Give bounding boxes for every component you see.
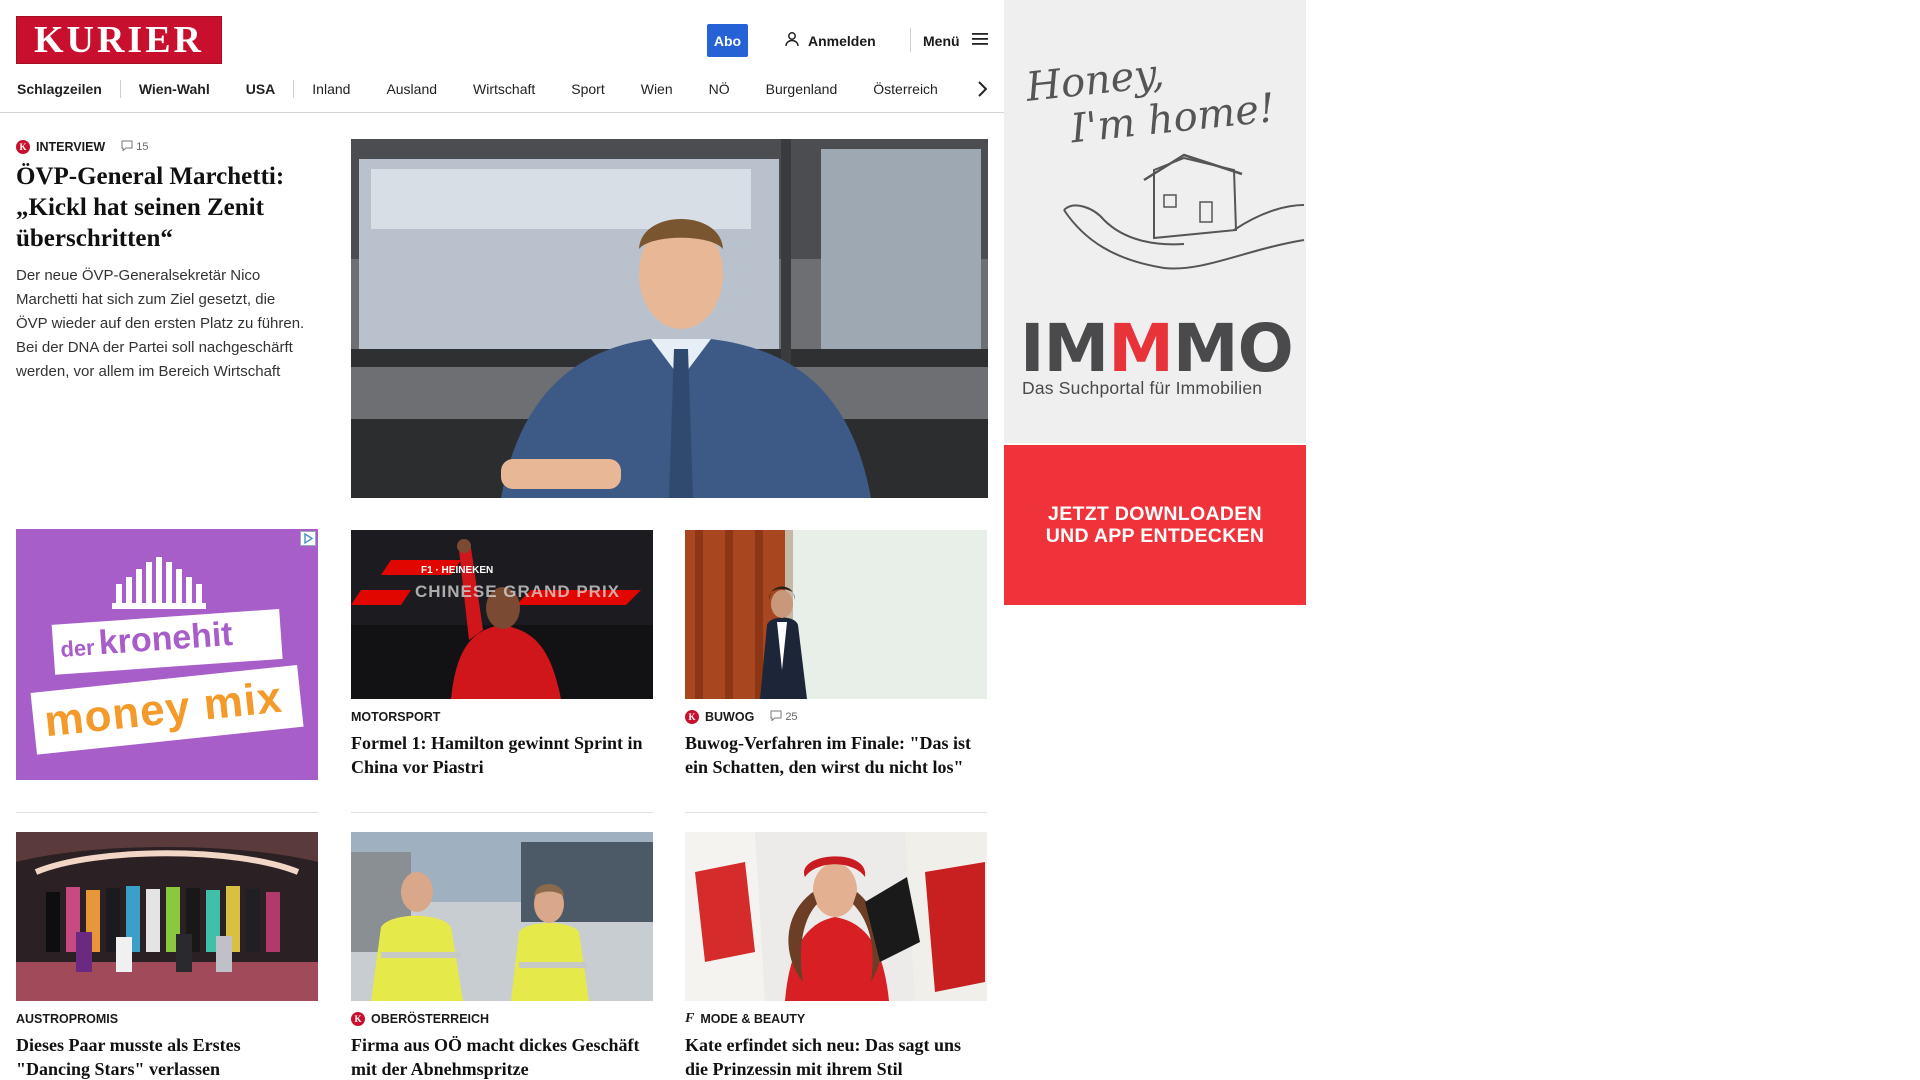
card-image — [685, 832, 987, 1001]
immmo-logo-part-b: M — [1108, 310, 1174, 387]
comment-icon — [121, 140, 133, 154]
kurier-k-icon: K — [16, 140, 30, 154]
card-kicker: MOTORSPORT — [351, 707, 653, 727]
ad-immmo[interactable]: Honey, I'm home! IMMMO Das Suchportal fü… — [1004, 0, 1306, 605]
buwog-photo — [685, 530, 987, 699]
abo-button[interactable]: Abo — [707, 24, 748, 57]
nav-item-wien[interactable]: Wien — [623, 81, 691, 97]
lead-kicker-label: INTERVIEW — [36, 140, 106, 154]
menu-button[interactable]: Menü — [923, 28, 988, 53]
hand-house-icon — [1063, 153, 1305, 270]
immmo-logo: IMMMO — [1020, 310, 1294, 387]
card-kicker-label: MODE & BEAUTY — [700, 1012, 806, 1026]
card-kicker-label: AUSTROPROMIS — [16, 1012, 119, 1026]
nav-item-usa[interactable]: USA — [228, 81, 294, 97]
dancing-stars-photo — [16, 832, 318, 1001]
kurier-k-icon: K — [351, 1012, 365, 1026]
nav-item-inland[interactable]: Inland — [294, 81, 368, 97]
fashion-f-icon: f — [685, 1011, 695, 1026]
card-headline[interactable]: Dieses Paar musste als Erstes "Dancing S… — [16, 1033, 318, 1080]
nav-item-ausland[interactable]: Ausland — [368, 81, 455, 97]
lead-story[interactable]: K INTERVIEW 15 ÖVP-General Marchetti: „K… — [16, 137, 306, 384]
nav-item-wirtschaft[interactable]: Wirtschaft — [455, 81, 553, 97]
ad-kronehit[interactable]: der kronehit money mix — [16, 529, 318, 780]
kronehit-name: kronehit — [97, 615, 234, 663]
chevron-right-icon[interactable] — [970, 74, 994, 104]
immmo-subtitle: Das Suchportal für Immobilien — [1022, 378, 1263, 398]
lead-headline[interactable]: ÖVP-General Marchetti: „Kickl hat seinen… — [16, 161, 306, 254]
immmo-logo-part-a: IM — [1020, 310, 1109, 387]
card-headline[interactable]: Firma aus OÖ macht dickes Geschäft mit d… — [351, 1033, 653, 1080]
card-image — [16, 832, 318, 1001]
card-headline[interactable]: Formel 1: Hamilton gewinnt Sprint in Chi… — [351, 731, 653, 779]
card-headline[interactable]: Buwog-Verfahren im Finale: "Das ist ein … — [685, 731, 987, 779]
card-kicker: f MODE & BEAUTY — [685, 1009, 987, 1029]
comment-count-value: 25 — [785, 711, 798, 723]
comment-icon — [770, 710, 782, 724]
nav-item-burgenland[interactable]: Burgenland — [748, 81, 856, 97]
immmo-cta-text: JETZT DOWNLOADEN UND APP ENTDECKEN — [1046, 503, 1265, 547]
article-card-formel1[interactable]: F1 · HEINEKEN CHINESE GRAND PRIX MOTORSP… — [351, 530, 653, 779]
nav-item-wien-wahl[interactable]: Wien-Wahl — [121, 81, 228, 97]
card-image-caption-1: F1 · HEINEKEN — [421, 565, 494, 576]
card-image-caption-2: CHINESE GRAND PRIX — [415, 582, 621, 601]
card-image — [351, 832, 653, 1001]
row-divider — [685, 812, 987, 813]
menu-label: Menü — [923, 32, 960, 49]
article-card-dancing-stars[interactable]: AUSTROPROMIS Dieses Paar musste als Erst… — [16, 832, 318, 1080]
comment-count[interactable]: 15 — [121, 140, 148, 154]
lead-photo — [351, 139, 988, 498]
user-icon — [784, 31, 800, 50]
row-divider — [16, 812, 318, 813]
hamilton-photo — [351, 530, 653, 699]
site-header: KURIER Abo Anmelden Menü Schlagzeilen Wi… — [0, 0, 1004, 113]
hamburger-icon — [971, 32, 988, 49]
article-card-abnehmspritze[interactable]: K OBERÖSTERREICH Firma aus OÖ macht dick… — [351, 832, 653, 1080]
nav-item-schlagzeilen[interactable]: Schlagzeilen — [0, 81, 120, 97]
kronehit-der: der — [59, 634, 96, 662]
lead-teaser: Der neue ÖVP-Generalsekretär Nico Marche… — [16, 267, 305, 380]
card-image: F1 · HEINEKEN CHINESE GRAND PRIX — [351, 530, 653, 699]
immmo-cta-line-2: UND APP ENTDECKEN — [1045, 525, 1265, 547]
card-kicker: K OBERÖSTERREICH — [351, 1009, 653, 1029]
card-kicker-label: BUWOG — [705, 710, 755, 724]
nav-item-oesterreich[interactable]: Österreich — [855, 81, 956, 97]
nav-item-sport[interactable]: Sport — [553, 81, 622, 97]
kurier-k-icon: K — [685, 710, 699, 724]
comment-count[interactable]: 25 — [770, 710, 798, 724]
comment-count-value: 15 — [136, 141, 149, 153]
immmo-cta-button[interactable]: JETZT DOWNLOADEN UND APP ENTDECKEN — [1004, 445, 1306, 605]
header-divider — [910, 28, 911, 52]
honey-tagline: Honey, I'm home! — [1024, 39, 1277, 156]
section-nav: Schlagzeilen Wien-Wahl USA Inland Auslan… — [0, 74, 1004, 104]
row-divider — [351, 812, 653, 813]
warehouse-workers-photo — [351, 832, 653, 1001]
card-kicker: K BUWOG 25 — [685, 707, 987, 727]
card-headline[interactable]: Kate erfindet sich neu: Das sagt uns die… — [685, 1033, 987, 1080]
immmo-cta-line-1: JETZT DOWNLOADEN — [1048, 503, 1262, 525]
card-kicker-label: OBERÖSTERREICH — [371, 1012, 490, 1026]
nav-item-noe[interactable]: NÖ — [691, 81, 748, 97]
kate-photo — [685, 832, 987, 1001]
kurier-logo[interactable]: KURIER — [16, 16, 222, 64]
login-label: Anmelden — [808, 32, 876, 49]
article-card-kate[interactable]: f MODE & BEAUTY Kate erfindet sich neu: … — [685, 832, 987, 1080]
lead-image[interactable] — [351, 139, 988, 498]
immmo-logo-part-c: MO — [1172, 310, 1294, 387]
card-kicker: AUSTROPROMIS — [16, 1009, 318, 1029]
ad-choices-icon[interactable] — [300, 531, 316, 546]
content-column: KURIER Abo Anmelden Menü Schlagzeilen Wi… — [0, 0, 1004, 1080]
card-image — [685, 530, 987, 699]
immmo-ad-visual: Honey, I'm home! IMMMO Das Suchportal fü… — [1004, 0, 1306, 443]
article-card-buwog[interactable]: K BUWOG 25 Buwog-Verfahren im Finale: "D… — [685, 530, 987, 779]
lead-kicker: K INTERVIEW 15 — [16, 137, 306, 157]
card-kicker-label: MOTORSPORT — [351, 710, 441, 724]
login-button[interactable]: Anmelden — [784, 28, 876, 53]
